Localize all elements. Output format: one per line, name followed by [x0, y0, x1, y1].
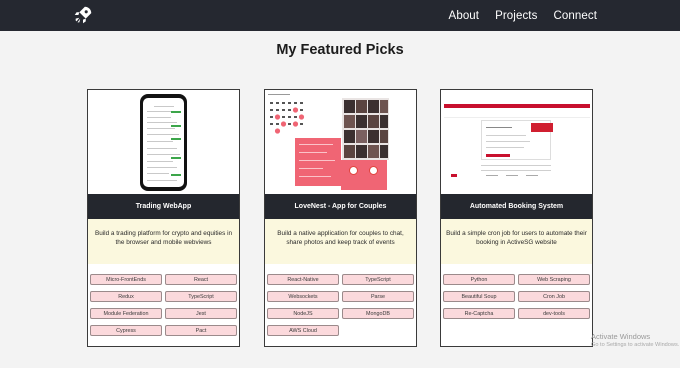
project-card-trading[interactable]: Trading WebApp Build a trading platform … — [87, 89, 240, 347]
tag-redux: Redux — [90, 291, 162, 302]
tag-list: Python Web Scraping Beautiful Soup Cron … — [443, 274, 590, 319]
tag-jest: Jest — [165, 308, 237, 319]
project-screenshot — [88, 90, 239, 194]
tag-micro-frontends: Micro-FrontEnds — [90, 274, 162, 285]
tag-pact: Pact — [165, 325, 237, 336]
tag-cypress: Cypress — [90, 325, 162, 336]
navbar: About Projects Connect — [0, 0, 680, 31]
card-description: Build a simple cron job for users to aut… — [441, 219, 592, 264]
nav-links: About Projects Connect — [449, 0, 597, 31]
card-title: Automated Booking System — [441, 194, 592, 219]
tag-typescript: TypeScript — [165, 291, 237, 302]
tag-list: Micro-FrontEnds React Redux TypeScript M… — [90, 274, 237, 336]
tag-websockets: Websockets — [267, 291, 339, 302]
tag-react: React — [165, 274, 237, 285]
card-description: Build a trading platform for crypto and … — [88, 219, 239, 264]
tag-beautiful-soup: Beautiful Soup — [443, 291, 515, 302]
nav-link-projects[interactable]: Projects — [495, 10, 537, 22]
card-title: Trading WebApp — [88, 194, 239, 219]
tag-mongodb: MongoDB — [342, 308, 414, 319]
nav-link-about[interactable]: About — [449, 10, 480, 22]
tag-nodejs: NodeJS — [267, 308, 339, 319]
windows-activation-subtitle: Go to Settings to activate Windows. — [591, 342, 680, 348]
project-screenshot — [265, 90, 416, 194]
tag-web-scraping: Web Scraping — [518, 274, 590, 285]
project-card-booking[interactable]: Automated Booking System Build a simple … — [440, 89, 593, 347]
tag-module-federation: Module Federation — [90, 308, 162, 319]
tag-list: React-Native TypeScript Websockets Parse… — [267, 274, 414, 336]
tag-typescript: TypeScript — [342, 274, 414, 285]
tag-aws-cloud: AWS Cloud — [267, 325, 339, 336]
tag-re-captcha: Re-Captcha — [443, 308, 515, 319]
project-card-lovenest[interactable]: LoveNest - App for Couples Build a nativ… — [264, 89, 417, 347]
tag-python: Python — [443, 274, 515, 285]
tag-dev-tools: dev-tools — [518, 308, 590, 319]
project-screenshot — [441, 90, 592, 194]
card-title: LoveNest - App for Couples — [265, 194, 416, 219]
page-title: My Featured Picks — [276, 42, 404, 58]
nav-link-connect[interactable]: Connect — [553, 10, 597, 22]
tag-cron-job: Cron Job — [518, 291, 590, 302]
tag-parse: Parse — [342, 291, 414, 302]
phone-mockup — [140, 94, 187, 191]
windows-activation-title: Activate Windows — [591, 332, 651, 341]
card-description: Build a native application for couples t… — [265, 219, 416, 264]
tag-react-native: React-Native — [267, 274, 339, 285]
rocket-icon[interactable] — [72, 4, 94, 26]
